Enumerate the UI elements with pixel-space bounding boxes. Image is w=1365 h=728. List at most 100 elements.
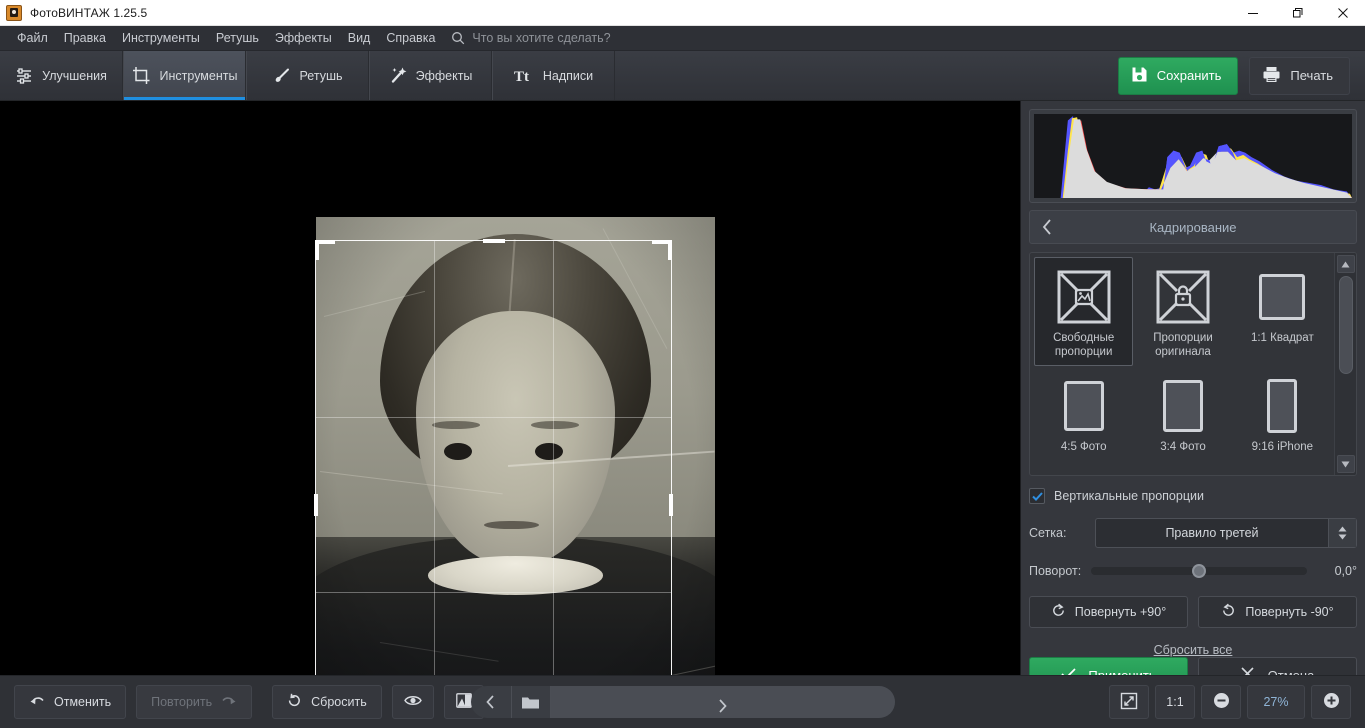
window-title: ФотоВИНТАЖ 1.25.5 — [30, 5, 148, 20]
rotation-slider-knob[interactable] — [1192, 564, 1207, 578]
zoom-level-value[interactable]: 27% — [1247, 685, 1305, 719]
print-button[interactable]: Печать — [1249, 56, 1350, 95]
tab-tools[interactable]: Инструменты — [123, 51, 246, 100]
tab-enhancements[interactable]: Улучшения — [0, 51, 123, 100]
preset-label: Пропорции оригинала — [1153, 332, 1213, 358]
search-input[interactable] — [472, 31, 703, 45]
printer-icon — [1262, 66, 1281, 86]
preset-label: 9:16 iPhone — [1251, 441, 1314, 453]
menu-item-view[interactable]: Вид — [340, 26, 379, 51]
fit-screen-button[interactable] — [1109, 685, 1149, 719]
grid-selected-value: Правило третей — [1165, 526, 1259, 540]
tab-label: Эффекты — [415, 68, 473, 83]
minimize-icon[interactable] — [1230, 0, 1275, 26]
top-actions: Сохранить Печать — [1117, 51, 1365, 100]
zoom-out-button[interactable] — [1201, 685, 1241, 719]
right-panel: Кадрирование Свободные пропорции Пропорц… — [1021, 101, 1365, 693]
scroll-down-icon[interactable] — [1336, 455, 1355, 473]
rotate-ccw-icon — [1221, 603, 1236, 621]
reset-all-link[interactable]: Сбросить все — [1029, 643, 1357, 657]
chevron-left-icon[interactable] — [1030, 211, 1064, 243]
undo-button[interactable]: Отменить — [14, 685, 127, 719]
presets-scrollbar[interactable] — [1334, 253, 1356, 475]
rotation-row: Поворот: 0,0° — [1029, 564, 1357, 578]
rotate-ccw-button[interactable]: Повернуть -90° — [1198, 596, 1357, 628]
free-proportions-icon — [1057, 266, 1111, 328]
menu-item-effects[interactable]: Эффекты — [267, 26, 340, 51]
menu-item-retouch[interactable]: Ретушь — [208, 26, 267, 51]
menu-item-file[interactable]: Файл — [9, 26, 56, 51]
window-controls — [1230, 0, 1365, 26]
actual-size-button[interactable]: 1:1 — [1155, 685, 1195, 719]
bottom-toolbar: Отменить Повторить Сбросить 1:1 27% — [0, 675, 1365, 728]
histogram-chart — [1034, 114, 1352, 198]
crop-presets-grid: Свободные пропорции Пропорции оригинала … — [1030, 253, 1334, 475]
tab-label: Ретушь — [299, 68, 343, 83]
nav-next-button[interactable] — [550, 686, 895, 718]
locked-proportions-icon — [1156, 266, 1210, 328]
rotation-slider[interactable] — [1091, 564, 1307, 578]
tab-retouch[interactable]: Ретушь — [246, 51, 369, 100]
actual-size-label: 1:1 — [1166, 695, 1184, 709]
menu-item-edit[interactable]: Правка — [56, 26, 114, 51]
image-canvas[interactable] — [0, 101, 1021, 675]
vertical-proportions-checkbox[interactable] — [1029, 488, 1045, 504]
scrollbar-track[interactable] — [1338, 276, 1353, 452]
tab-effects[interactable]: Эффекты — [369, 51, 492, 100]
histogram-panel — [1029, 109, 1357, 203]
chevron-down-icon — [1338, 534, 1347, 540]
menu-item-help[interactable]: Справка — [378, 26, 443, 51]
zoom-in-button[interactable] — [1311, 685, 1351, 719]
grid-row: Сетка: Правило третей — [1029, 518, 1357, 548]
grid-select[interactable]: Правило третей — [1095, 518, 1357, 548]
application-window: ФотоВИНТАЖ 1.25.5 Файл Правка Инструмент… — [0, 0, 1365, 728]
nav-prev-button[interactable] — [471, 686, 511, 718]
file-navigation — [470, 686, 895, 718]
tab-strip: Улучшения Инструменты Ретушь Эффекты Tt … — [0, 51, 1365, 101]
menu-bar: Файл Правка Инструменты Ретушь Эффекты В… — [0, 26, 1365, 51]
nav-pill — [470, 686, 895, 718]
redo-button[interactable]: Повторить — [136, 685, 253, 719]
reset-button[interactable]: Сбросить — [272, 685, 382, 719]
camera-icon — [6, 4, 22, 21]
photo-image — [316, 217, 715, 675]
grid-label: Сетка: — [1029, 526, 1067, 540]
tab-captions[interactable]: Tt Надписи — [492, 51, 615, 100]
vertical-proportions-row[interactable]: Вертикальные пропорции — [1029, 488, 1357, 504]
menu-search[interactable] — [451, 31, 703, 45]
menu-item-tools[interactable]: Инструменты — [114, 26, 208, 51]
save-button[interactable]: Сохранить — [1117, 56, 1239, 95]
preset-square-1-1[interactable]: 1:1 Квадрат — [1233, 257, 1332, 366]
preset-iphone-9-16[interactable]: 9:16 iPhone — [1233, 366, 1332, 475]
magic-wand-icon — [389, 67, 407, 85]
brush-icon — [273, 67, 291, 85]
preset-photo-3-4[interactable]: 3:4 Фото — [1133, 366, 1232, 475]
preset-free-proportions[interactable]: Свободные пропорции — [1034, 257, 1134, 366]
preview-button[interactable] — [391, 685, 434, 719]
crop-icon — [132, 66, 151, 85]
preset-photo-4-5[interactable]: 4:5 Фото — [1034, 366, 1133, 475]
close-icon[interactable] — [1320, 0, 1365, 26]
scrollbar-thumb[interactable] — [1338, 276, 1353, 374]
rotation-label: Поворот: — [1029, 564, 1082, 578]
zoom-controls: 1:1 27% — [1109, 685, 1351, 719]
reset-label: Сбросить — [311, 695, 367, 709]
tab-label: Инструменты — [159, 68, 238, 83]
grid-spinner[interactable] — [1328, 519, 1356, 547]
rotate-buttons: Повернуть +90° Повернуть -90° — [1029, 596, 1357, 628]
floppy-icon — [1131, 66, 1148, 86]
plus-circle-icon — [1323, 692, 1340, 712]
undo-icon — [29, 694, 45, 710]
search-icon — [451, 31, 465, 45]
square-shape-icon — [1259, 266, 1306, 328]
main-body: Кадрирование Свободные пропорции Пропорц… — [0, 101, 1365, 693]
rotate-cw-button[interactable]: Повернуть +90° — [1029, 596, 1188, 628]
reset-icon — [287, 693, 302, 711]
fit-screen-icon — [1120, 692, 1138, 713]
restore-icon[interactable] — [1275, 0, 1320, 26]
chevron-up-icon — [1338, 526, 1347, 532]
scroll-up-icon[interactable] — [1336, 255, 1355, 273]
preset-original-proportions[interactable]: Пропорции оригинала — [1133, 257, 1232, 366]
nav-folder-button[interactable] — [510, 686, 551, 718]
preset-label: 1:1 Квадрат — [1250, 332, 1314, 344]
